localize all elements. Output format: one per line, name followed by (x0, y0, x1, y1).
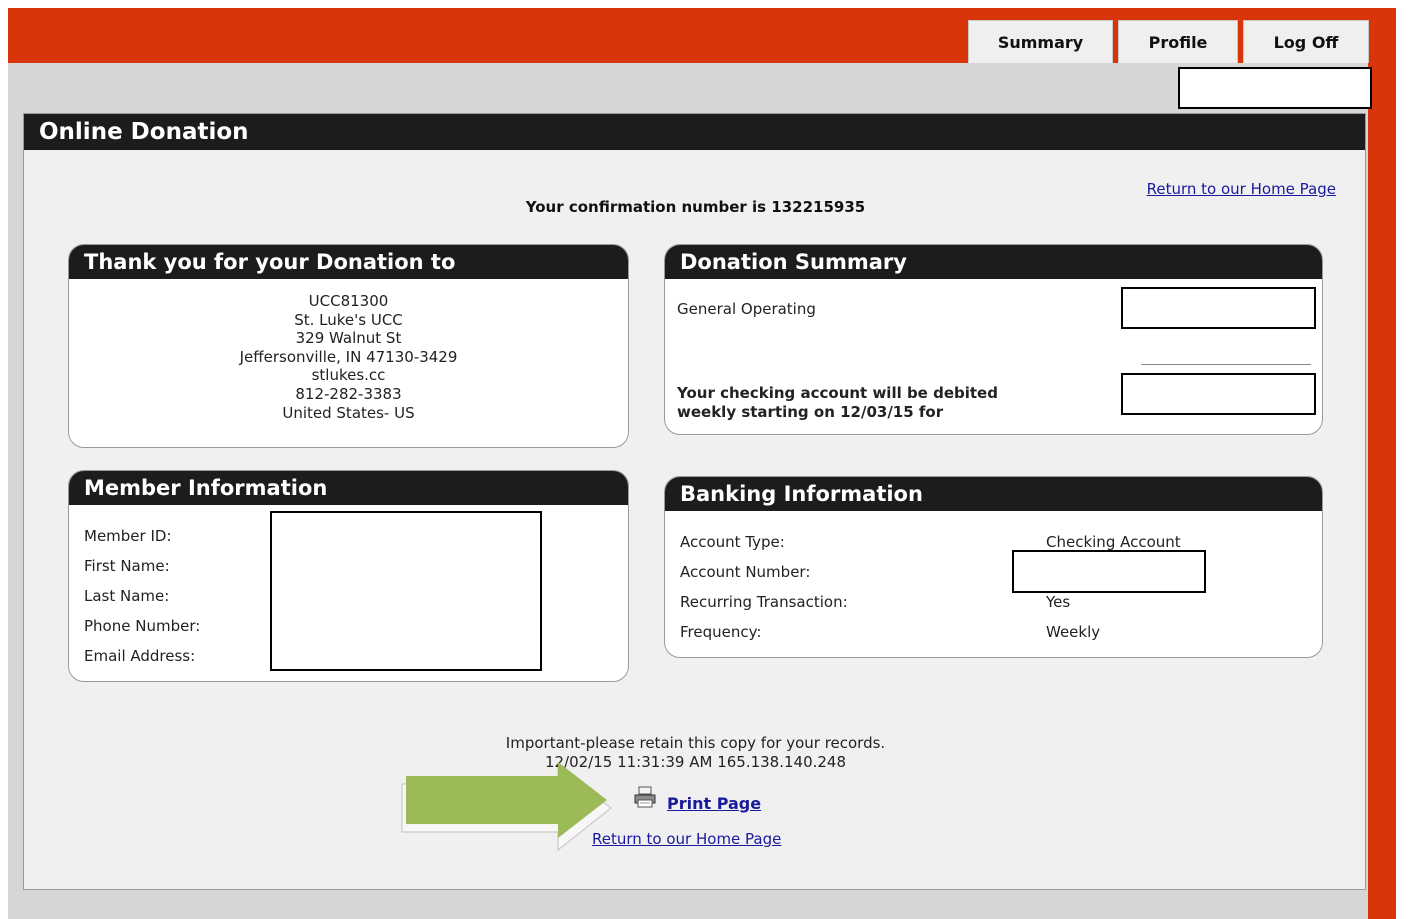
org-id: UCC81300 (308, 292, 389, 310)
redacted-box-member (270, 511, 542, 671)
frequency-value: Weekly (1046, 623, 1101, 641)
org-street: 329 Walnut St (295, 329, 402, 348)
arrow-right-icon (400, 762, 615, 870)
recurring-label: Recurring Transaction: (680, 593, 848, 611)
panel-title: Online Donation (24, 114, 1365, 150)
return-home-link-top[interactable]: Return to our Home Page (1147, 180, 1336, 198)
phone-number-label: Phone Number: (84, 617, 201, 635)
donation-item-label: General Operating (677, 300, 816, 318)
org-city-state: Jeffersonville, IN 47130-3429 (239, 347, 458, 366)
org-name: St. Luke's UCC (294, 310, 403, 329)
member-info-title: Member Information (69, 471, 628, 505)
timestamp-ip: 12/02/15 11:31:39 AM 165.138.140.248 (544, 753, 847, 771)
first-name-label: First Name: (84, 557, 170, 575)
account-type-label: Account Type: (680, 533, 785, 551)
frequency-label: Frequency: (680, 623, 762, 641)
banking-info-card: Banking Information Account Type: Checki… (664, 476, 1323, 658)
recurring-value: Yes (1046, 593, 1071, 611)
thank-you-card: Thank you for your Donation to UCC81300 … (68, 244, 629, 448)
debit-line-2: weekly starting on 12/03/15 for (677, 403, 944, 421)
org-phone: 812-282-3383 (295, 384, 402, 403)
member-id-label: Member ID: (84, 527, 172, 545)
thank-you-title: Thank you for your Donation to (69, 245, 628, 279)
right-brand-strip (1368, 8, 1396, 919)
debit-line-1: Your checking account will be debited (677, 384, 998, 402)
banking-info-title: Banking Information (665, 477, 1322, 511)
online-donation-panel: Online Donation Return to our Home Page … (23, 113, 1366, 890)
redacted-box-total (1121, 373, 1316, 415)
sum-divider (1141, 364, 1311, 365)
redacted-box-header (1178, 67, 1372, 109)
org-website: stlukes.cc (311, 366, 386, 385)
email-address-label: Email Address: (84, 647, 196, 665)
print-page-link[interactable]: Print Page (667, 794, 761, 813)
redacted-box-account-number (1012, 550, 1206, 593)
printer-icon[interactable] (633, 786, 657, 808)
return-home-link-bottom[interactable]: Return to our Home Page (592, 830, 781, 848)
tab-profile[interactable]: Profile (1118, 20, 1238, 63)
donation-summary-title: Donation Summary (665, 245, 1322, 279)
account-number-label: Account Number: (680, 563, 811, 581)
account-type-value: Checking Account (1046, 533, 1181, 551)
org-country: United States- US (282, 403, 415, 422)
redacted-box-amount (1121, 287, 1316, 329)
tab-log-off[interactable]: Log Off (1243, 20, 1369, 63)
confirmation-number: Your confirmation number is 132215935 (525, 198, 866, 216)
tab-summary[interactable]: Summary (968, 20, 1113, 63)
last-name-label: Last Name: (84, 587, 170, 605)
retain-notice: Important-please retain this copy for yo… (505, 734, 886, 752)
